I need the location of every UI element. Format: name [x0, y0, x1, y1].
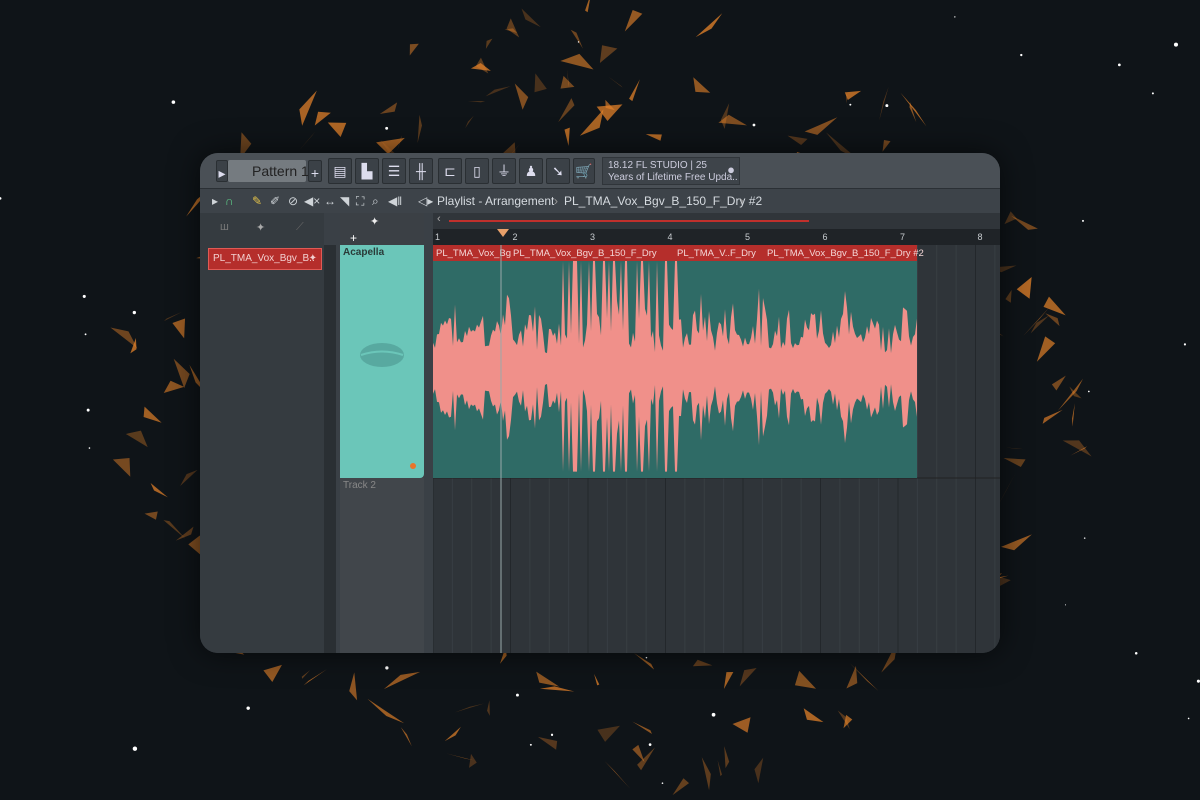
- add-track-button[interactable]: +: [350, 231, 357, 245]
- mixer-icon[interactable]: ╫: [409, 158, 433, 184]
- globe-icon[interactable]: ●: [727, 163, 735, 176]
- pattern-prev-button[interactable]: ▸: [216, 160, 228, 182]
- ruler-bar-6: 6: [822, 232, 828, 242]
- clip-label: PL_TMA_V..F_Dry: [677, 248, 756, 259]
- select-icon[interactable]: ⛶: [356, 189, 364, 213]
- magnet-icon[interactable]: ∩: [225, 189, 234, 213]
- audio-icon[interactable]: ✦: [256, 221, 265, 234]
- track-header-2[interactable]: Track 2: [340, 478, 424, 653]
- tempo-icon[interactable]: ♟: [519, 158, 543, 184]
- playlist-toolbar: ▸ ∩ ✎ ✐ ⊘ ◀× ↔ ◥ ⛶ ⌕ ◀‖ ◁▸ Playlist - Ar…: [200, 189, 1000, 213]
- add-pattern-button[interactable]: +: [308, 160, 322, 182]
- pattern-selector[interactable]: Pattern 1: [228, 160, 309, 182]
- channel-scrollbar[interactable]: [324, 245, 336, 653]
- pencil-icon[interactable]: ✎: [252, 189, 262, 213]
- piano-icon[interactable]: ш: [220, 221, 229, 233]
- playhead-marker[interactable]: [497, 229, 509, 237]
- ruler-bar-2: 2: [512, 232, 518, 242]
- breadcrumb-playlist[interactable]: Playlist - Arrangement: [437, 189, 554, 213]
- shop-icon[interactable]: 🛒: [573, 158, 595, 184]
- timeline-ruler[interactable]: 1 2 3 4 5 6 7 8: [433, 229, 1000, 245]
- scrollbar[interactable]: ‹: [433, 213, 1000, 229]
- ruler-bar-5: 5: [745, 232, 751, 242]
- plugin-icon[interactable]: ⏚: [492, 158, 516, 184]
- piano-roll-icon[interactable]: ▙: [355, 158, 379, 184]
- channel-panel: ш ✦ ⟋ PL_TMA_Vox_Bgv_B.. ✦: [200, 213, 324, 653]
- record-icon[interactable]: [410, 463, 416, 469]
- channel-rack-icon[interactable]: ☰: [382, 158, 406, 184]
- ruler-bar-8: 8: [977, 232, 983, 242]
- delete-icon[interactable]: ⊘: [288, 189, 298, 213]
- audio-filter-icon[interactable]: ✦: [370, 215, 379, 228]
- clip-label: PL_TMA_Vox_Bg: [436, 248, 511, 259]
- slip-icon[interactable]: ↔: [324, 189, 336, 213]
- slice-icon[interactable]: ◥: [340, 189, 349, 213]
- breadcrumb-clip[interactable]: PL_TMA_Vox_Bgv_B_150_F_Dry #2: [564, 189, 762, 213]
- channel-item[interactable]: PL_TMA_Vox_Bgv_B.. ✦: [208, 248, 322, 270]
- speaker-icon: ◁▸: [418, 194, 434, 208]
- ruler-bar-7: 7: [900, 232, 906, 242]
- menu-arrow-icon[interactable]: ▸: [212, 189, 218, 213]
- ruler-bar-3: 3: [590, 232, 596, 242]
- channel-name: PL_TMA_Vox_Bgv_B..: [213, 253, 315, 264]
- hint-line-1: 18.12 FL STUDIO | 25: [608, 160, 707, 171]
- browser-icon[interactable]: ⊏: [438, 158, 462, 184]
- playback-icon[interactable]: ◀‖: [388, 189, 402, 213]
- zoom-icon[interactable]: ⌕: [372, 189, 379, 213]
- track-name: Track 2: [343, 480, 376, 491]
- playlist-grid[interactable]: PL_TMA_Vox_Bg PL_TMA_Vox_Bgv_B_150_F_Dry P…: [432, 245, 1000, 653]
- track-name: Acapella: [343, 247, 385, 258]
- hint-line-2: Years of Lifetime Free Upda..: [608, 172, 738, 183]
- ruler-bar-4: 4: [667, 232, 673, 242]
- project-icon[interactable]: ▯: [465, 158, 489, 184]
- brush-icon[interactable]: ✐: [270, 189, 280, 213]
- help-icon[interactable]: ➘: [546, 158, 570, 184]
- fl-studio-window: ▸ Pattern 1 + ▤ ▙ ☰ ╫ ⊏ ▯ ⏚ ♟ ➘ 🛒 18.12 …: [200, 153, 1000, 653]
- clip-label: PL_TMA_Vox_Bgv_B_150_F_Dry: [513, 248, 657, 259]
- playlist-icon[interactable]: ▤: [328, 158, 352, 184]
- ruler-bar-1: 1: [435, 232, 441, 242]
- lips-icon: [360, 343, 404, 367]
- mute-icon[interactable]: ◀×: [304, 189, 320, 213]
- main-toolbar: ▸ Pattern 1 + ▤ ▙ ☰ ╫ ⊏ ▯ ⏚ ♟ ➘ 🛒 18.12 …: [200, 153, 1000, 189]
- hint-panel: 18.12 FL STUDIO | 25 Years of Lifetime F…: [602, 157, 740, 185]
- track-header-acapella[interactable]: Acapella: [340, 245, 424, 478]
- clip-label: PL_TMA_Vox_Bgv_B_150_F_Dry #2: [767, 248, 924, 259]
- automation-icon[interactable]: ⟋: [296, 221, 304, 234]
